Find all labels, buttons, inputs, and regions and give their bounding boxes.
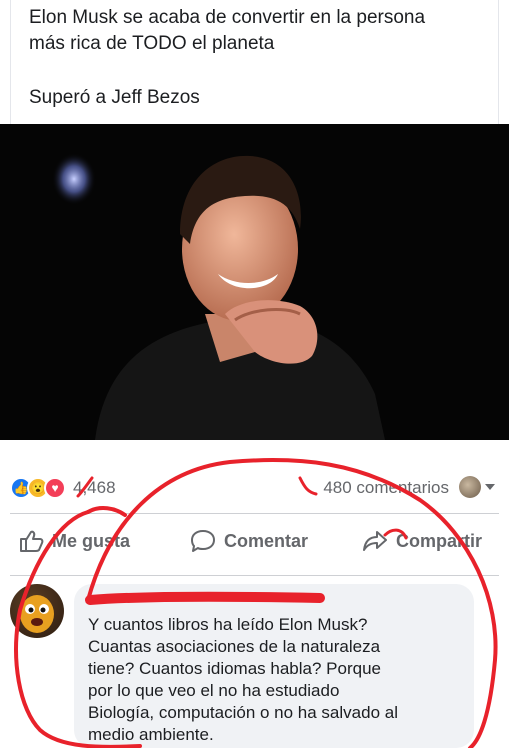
- comment-bubble[interactable]: Y cuantos libros ha leído Elon Musk? Cua…: [74, 584, 474, 748]
- post-photo[interactable]: [0, 124, 509, 440]
- share-icon: [363, 531, 387, 551]
- post-text-line: Superó a Jeff Bezos: [29, 87, 200, 108]
- comment-icon: [191, 530, 215, 552]
- comment-text-line: Cuantas asociaciones de la naturaleza: [88, 637, 381, 656]
- comment-text-line: por lo que veo el no ha estudiado: [88, 681, 340, 700]
- post-text: Elon Musk se acaba de convertir en la pe…: [10, 0, 499, 124]
- comment-text-line: Biología, computación o no ha salvado al: [88, 703, 398, 722]
- like-button[interactable]: Me gusta: [18, 529, 130, 553]
- comment-text-line: medio ambiente.: [88, 725, 214, 744]
- post-actions: Me gusta Comentar Compartir: [0, 523, 509, 567]
- divider: [10, 575, 499, 576]
- commenter-avatar[interactable]: [10, 584, 64, 638]
- post-text-line: más rica de TODO el planeta: [29, 33, 275, 54]
- post-text-line: Elon Musk se acaba de convertir en la pe…: [29, 7, 426, 28]
- profile-thumbnail-icon: [459, 476, 481, 498]
- share-label: Compartir: [396, 530, 483, 551]
- commenter-name-redacted[interactable]: [88, 592, 460, 614]
- thumbs-up-icon: [20, 530, 44, 552]
- caret-down-icon: [485, 484, 495, 490]
- divider: [10, 513, 499, 514]
- avatar-image: [20, 595, 54, 633]
- comment-text-line: tiene? Cuantos idiomas habla? Porque: [88, 659, 381, 678]
- comment-button[interactable]: Comentar: [190, 529, 308, 553]
- reaction-count[interactable]: 4,468: [73, 478, 116, 498]
- post-stats: 👍 😮 ♥ 4,468 480 comentarios: [0, 470, 509, 504]
- comments-count[interactable]: 480 comentarios: [323, 478, 449, 498]
- like-label: Me gusta: [52, 530, 131, 551]
- comment-text-line: Y cuantos libros ha leído Elon Musk?: [88, 615, 368, 634]
- comment-label: Comentar: [224, 530, 309, 551]
- reactions-summary[interactable]: 👍 😮 ♥ 4,468: [10, 476, 116, 500]
- share-button[interactable]: Compartir: [362, 529, 482, 553]
- love-reaction-icon: ♥: [44, 477, 66, 499]
- audience-selector[interactable]: [459, 476, 495, 498]
